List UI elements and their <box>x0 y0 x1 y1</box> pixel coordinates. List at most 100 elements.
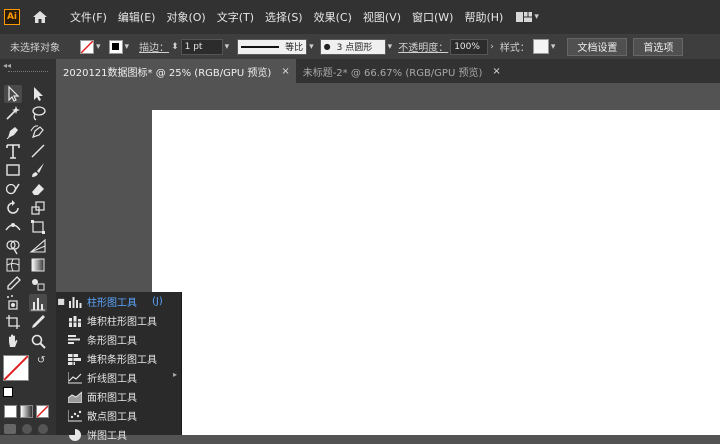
flyout-item-scatter-graph[interactable]: 散点图工具 <box>56 406 181 425</box>
scatter-graph-icon <box>68 409 82 421</box>
scale-tool-icon[interactable] <box>29 199 47 217</box>
opacity-expand-icon[interactable]: › <box>490 42 494 52</box>
shape-builder-tool-icon[interactable] <box>4 237 22 255</box>
flyout-item-label: 折线图工具 <box>87 374 137 385</box>
fill-color-swatch[interactable] <box>3 355 29 381</box>
watermark: 知乎 @冒险的Cutfish <box>525 396 702 417</box>
none-color-icon <box>4 356 28 380</box>
draw-normal-icon[interactable] <box>4 424 16 434</box>
stroke-swatch[interactable] <box>108 39 123 54</box>
fill-dropdown-icon[interactable]: ▾ <box>96 42 101 52</box>
brush-dropdown[interactable]: ● 3 点圆形 <box>319 38 386 55</box>
menu-window[interactable]: 窗口(W) <box>412 9 453 25</box>
artboard[interactable] <box>152 110 720 435</box>
mesh-tool-icon[interactable] <box>4 256 22 274</box>
default-colors-icon[interactable] <box>3 387 13 397</box>
workspace-layout-icon[interactable] <box>516 11 533 23</box>
opacity-input[interactable]: 100% <box>450 38 489 55</box>
flyout-item-line-graph[interactable]: 折线图工具 <box>56 368 181 387</box>
direct-selection-tool-icon[interactable] <box>29 85 47 103</box>
lasso-tool-icon[interactable] <box>29 104 47 122</box>
menu-file[interactable]: 文件(F) <box>70 9 107 25</box>
shortcut-label: (J) <box>152 296 163 307</box>
curvature-tool-icon[interactable] <box>29 123 47 141</box>
preferences-button[interactable]: 首选项 <box>633 37 684 56</box>
tab-document-1[interactable]: 2020121数据图标* @ 25% (RGB/GPU 预览) × <box>56 59 296 83</box>
color-mode-icon[interactable] <box>4 405 17 418</box>
perspective-grid-tool-icon[interactable] <box>29 237 47 255</box>
home-icon[interactable] <box>32 9 48 25</box>
artboard-tool-icon[interactable] <box>4 313 22 331</box>
stroke-profile-chevron-icon[interactable]: ▾ <box>309 42 314 52</box>
menu-effect[interactable]: 效果(C) <box>314 9 352 25</box>
swap-colors-icon[interactable]: ↺ <box>37 355 45 366</box>
flyout-item-column-graph[interactable]: ■ 柱形图工具 (J) <box>56 292 181 311</box>
menu-type[interactable]: 文字(T) <box>217 9 254 25</box>
menu-help[interactable]: 帮助(H) <box>464 9 503 25</box>
width-tool-icon[interactable] <box>4 218 22 236</box>
stroke-color-icon <box>112 43 120 50</box>
none-fill-icon <box>81 40 93 53</box>
blend-tool-icon[interactable] <box>29 275 47 293</box>
style-dropdown-icon[interactable]: ▾ <box>551 42 556 52</box>
stepper-icon[interactable]: ⬍ <box>171 42 179 52</box>
rectangle-tool-icon[interactable] <box>4 161 22 179</box>
flyout-item-stacked-bar[interactable]: 堆积条形图工具 <box>56 349 181 368</box>
style-swatch[interactable] <box>532 39 549 54</box>
tab-document-2[interactable]: 未标题-2* @ 66.67% (RGB/GPU 预览) × <box>296 59 507 83</box>
line-segment-tool-icon[interactable] <box>29 142 47 160</box>
stroke-label[interactable]: 描边： <box>139 39 169 54</box>
type-tool-icon[interactable] <box>4 142 22 160</box>
none-mode-icon[interactable] <box>36 405 49 418</box>
menu-view[interactable]: 视图(V) <box>363 9 401 25</box>
graph-tools-flyout: ■ 柱形图工具 (J) 堆积柱形图工具 条形图工具 堆积条形图工具 折线图工具 … <box>56 292 182 442</box>
paintbrush-tool-icon[interactable] <box>29 161 47 179</box>
flyout-item-label: 条形图工具 <box>87 336 137 347</box>
hand-tool-icon[interactable] <box>4 332 22 350</box>
style-label: 样式： <box>499 43 530 54</box>
tab-label: 未标题-2* @ 66.67% (RGB/GPU 预览) <box>302 67 483 79</box>
collapse-panel-icon[interactable]: ◂◂ <box>3 61 11 70</box>
eyedropper-tool-icon[interactable] <box>4 275 22 293</box>
document-setup-button[interactable]: 文档设置 <box>567 37 628 56</box>
stroke-dropdown-icon[interactable]: ▾ <box>125 42 130 52</box>
menu-select[interactable]: 选择(S) <box>265 9 303 25</box>
flyout-item-bar-graph[interactable]: 条形图工具 <box>56 330 181 349</box>
pen-tool-icon[interactable] <box>4 123 22 141</box>
menu-object[interactable]: 对象(O) <box>166 9 205 25</box>
free-transform-tool-icon[interactable] <box>29 218 47 236</box>
stroke-weight-input[interactable]: 1 pt <box>180 38 223 55</box>
close-icon[interactable]: × <box>492 66 500 77</box>
close-icon[interactable]: × <box>281 66 289 77</box>
selection-tool-icon[interactable] <box>4 85 22 103</box>
slice-tool-icon[interactable] <box>29 313 47 331</box>
brush-chevron-icon[interactable]: ▾ <box>388 42 393 52</box>
menu-edit[interactable]: 编辑(E) <box>118 9 156 25</box>
magic-wand-tool-icon[interactable] <box>4 104 22 122</box>
draw-behind-icon[interactable] <box>22 424 32 434</box>
app-logo: Ai <box>4 9 20 25</box>
flyout-item-area-graph[interactable]: 面积图工具 <box>56 387 181 406</box>
line-graph-icon <box>68 371 82 383</box>
stroke-profile-label: 等比 <box>285 43 304 53</box>
opacity-label[interactable]: 不透明度： <box>398 39 448 54</box>
column-graph-tool-icon[interactable] <box>29 294 47 312</box>
fill-swatch[interactable] <box>80 39 94 54</box>
stroke-profile-dropdown[interactable]: 等比 <box>237 38 308 55</box>
symbol-sprayer-tool-icon[interactable] <box>4 294 22 312</box>
draw-inside-icon[interactable] <box>38 424 48 434</box>
brush-label: 3 点圆形 <box>336 43 373 53</box>
panel-grip[interactable] <box>8 71 48 74</box>
gradient-tool-icon[interactable] <box>29 256 47 274</box>
rotate-tool-icon[interactable] <box>4 199 22 217</box>
zoom-tool-icon[interactable] <box>29 332 47 350</box>
stroke-weight-dropdown-icon[interactable]: ▾ <box>225 42 230 52</box>
flyout-item-label: 散点图工具 <box>87 412 137 423</box>
selection-status: 未选择对象 <box>10 43 60 54</box>
eraser-tool-icon[interactable] <box>29 180 47 198</box>
menu-bar: Ai 文件(F) 编辑(E) 对象(O) 文字(T) 选择(S) 效果(C) 视… <box>0 0 720 34</box>
shaper-tool-icon[interactable] <box>4 180 22 198</box>
chevron-down-icon[interactable]: ▾ <box>534 12 539 22</box>
flyout-item-stacked-column[interactable]: 堆积柱形图工具 <box>56 311 181 330</box>
gradient-mode-icon[interactable] <box>20 405 33 418</box>
